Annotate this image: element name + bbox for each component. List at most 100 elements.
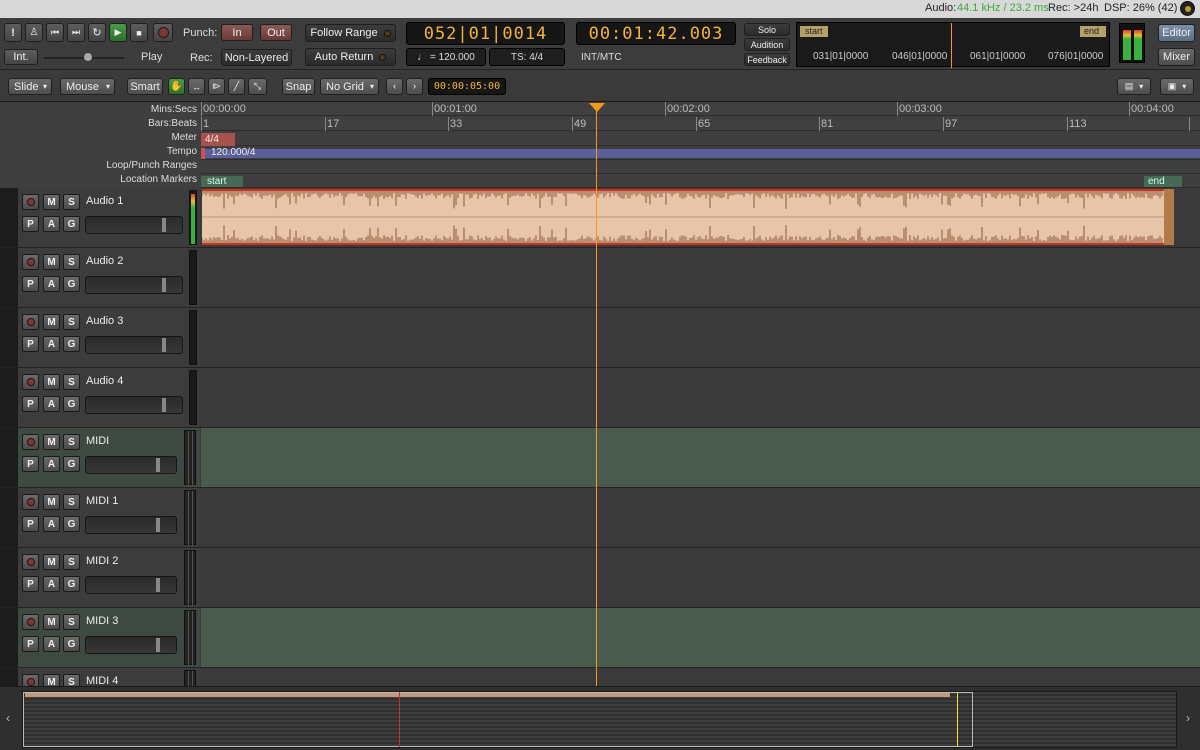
fader-knob[interactable] (162, 338, 166, 352)
metronome-button[interactable]: ♙ (25, 23, 43, 42)
solo-track-button[interactable]: S (63, 254, 80, 270)
panic-button[interactable]: ! (4, 23, 22, 42)
track-audio-1[interactable]: M S Audio 1 P A G (0, 188, 1200, 248)
record-button[interactable] (153, 23, 173, 42)
track-lane[interactable] (201, 548, 1200, 607)
mute-button[interactable]: M (43, 374, 60, 390)
nudge-forward-button[interactable]: › (406, 78, 423, 95)
loop-button[interactable]: ↻ (88, 23, 106, 42)
track-midi-3[interactable]: M S MIDI 3 P A G (0, 608, 1200, 668)
track-header[interactable]: M S Audio 2 P A G (18, 248, 200, 307)
shuttle-knob[interactable] (83, 52, 93, 62)
tempo-marker[interactable] (201, 148, 205, 159)
gain-fader[interactable] (85, 516, 177, 534)
mute-button[interactable]: M (43, 614, 60, 630)
track-midi-4[interactable]: M S MIDI 4 P A G (0, 668, 1200, 686)
track-lane[interactable] (201, 428, 1200, 487)
solo-track-button[interactable]: S (63, 614, 80, 630)
playlist-button[interactable]: P (22, 516, 39, 532)
rec-arm-button[interactable] (22, 194, 39, 210)
loop-punch-ruler[interactable] (201, 160, 1200, 174)
rec-arm-button[interactable] (22, 614, 39, 630)
mute-button[interactable]: M (43, 194, 60, 210)
gain-fader[interactable] (85, 396, 183, 414)
end-marker[interactable]: end (1144, 176, 1182, 187)
solo-track-button[interactable]: S (63, 554, 80, 570)
editor-button[interactable]: Editor (1158, 24, 1195, 42)
cut-tool-button[interactable]: ⧐ (208, 78, 225, 95)
fader-knob[interactable] (162, 218, 166, 232)
primary-clock[interactable]: 052|01|0014 (406, 22, 565, 45)
track-name[interactable]: MIDI 3 (86, 615, 118, 627)
fader-knob[interactable] (156, 518, 160, 532)
midi-keyboard[interactable] (184, 490, 196, 546)
fader-knob[interactable] (162, 278, 166, 292)
summary-viewport[interactable] (23, 692, 973, 747)
automation-button[interactable]: A (43, 276, 60, 292)
track-midi-2[interactable]: M S MIDI 2 P A G (0, 548, 1200, 608)
mute-button[interactable]: M (43, 314, 60, 330)
shuttle-slider[interactable] (44, 52, 124, 62)
mute-button[interactable]: M (43, 434, 60, 450)
fader-knob[interactable] (156, 578, 160, 592)
track-name[interactable]: Audio 1 (86, 195, 123, 207)
playlist-button[interactable]: P (22, 636, 39, 652)
group-button[interactable]: G (63, 216, 80, 232)
solo-track-button[interactable]: S (63, 374, 80, 390)
group-button[interactable]: G (63, 576, 80, 592)
midi-keyboard[interactable] (184, 430, 196, 486)
fader-knob[interactable] (162, 398, 166, 412)
track-lane[interactable] (201, 488, 1200, 547)
internal-sync-button[interactable]: Int. (4, 49, 38, 65)
track-header[interactable]: M S MIDI 3 P A G (18, 608, 200, 667)
track-audio-2[interactable]: M S Audio 2 P A G (0, 248, 1200, 308)
gain-fader[interactable] (85, 276, 183, 294)
punch-out-button[interactable]: Out (260, 24, 292, 41)
group-button[interactable]: G (63, 636, 80, 652)
track-name[interactable]: Audio 4 (86, 375, 123, 387)
stretch-tool-button[interactable]: ⤡ (248, 78, 267, 95)
grid-select[interactable]: No Grid ▾ (320, 78, 379, 95)
solo-button[interactable]: Solo (744, 23, 790, 36)
rec-arm-button[interactable] (22, 494, 39, 510)
summary-pane[interactable]: ‹ › (0, 686, 1200, 750)
mini-timeline[interactable]: start end 031|01|0000 046|01|0000 061|01… (796, 22, 1110, 68)
scroll-left-icon[interactable]: ‹ (6, 711, 10, 725)
rec-arm-button[interactable] (22, 374, 39, 390)
meter-ruler[interactable]: 4/4 (201, 132, 1200, 146)
midi-keyboard[interactable] (184, 670, 196, 686)
snap-button[interactable]: Snap (282, 78, 315, 95)
rec-mode-select[interactable]: Non-Layered (221, 49, 292, 66)
track-midi[interactable]: M S MIDI P A G (0, 428, 1200, 488)
zoom-focus-select[interactable]: ▤ ▾ (1117, 78, 1151, 95)
grab-tool-button[interactable]: ✋ (168, 78, 185, 95)
secondary-clock[interactable]: 00:01:42.003 (576, 22, 736, 45)
playlist-button[interactable]: P (22, 456, 39, 472)
automation-button[interactable]: A (43, 576, 60, 592)
mute-button[interactable]: M (43, 674, 60, 686)
track-lane[interactable] (201, 188, 1200, 247)
group-button[interactable]: G (63, 396, 80, 412)
time-signature-field[interactable]: TS: 4/4 (489, 48, 565, 66)
gain-fader[interactable] (85, 636, 177, 654)
solo-track-button[interactable]: S (63, 674, 80, 686)
track-header[interactable]: M S Audio 1 P A G (18, 188, 200, 247)
sync-source[interactable]: INT/MTC (581, 52, 622, 63)
tempo-field[interactable]: ♩ = 120.000 (406, 48, 486, 66)
rec-arm-button[interactable] (22, 554, 39, 570)
automation-button[interactable]: A (43, 516, 60, 532)
track-name[interactable]: Audio 2 (86, 255, 123, 267)
automation-button[interactable]: A (43, 396, 60, 412)
track-lane[interactable] (201, 668, 1200, 686)
group-button[interactable]: G (63, 516, 80, 532)
playlist-button[interactable]: P (22, 216, 39, 232)
start-marker[interactable]: start (201, 176, 243, 187)
scroll-right-icon[interactable]: › (1186, 711, 1190, 725)
punch-in-button[interactable]: In (221, 24, 253, 41)
track-header[interactable]: M S MIDI P A G (18, 428, 200, 487)
rec-arm-button[interactable] (22, 314, 39, 330)
track-lane[interactable] (201, 368, 1200, 427)
minsecs-ruler[interactable]: 00:00:00 00:01:00 00:02:00 00:03:00 00:0… (201, 102, 1200, 116)
bars-ruler[interactable]: 1 17 33 49 65 81 97 113 (201, 117, 1200, 131)
track-lane[interactable] (201, 308, 1200, 367)
